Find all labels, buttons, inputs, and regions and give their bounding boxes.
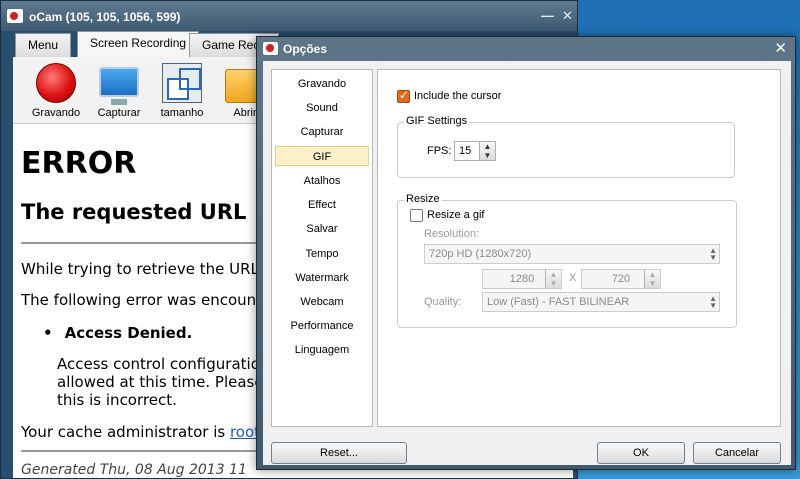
include-cursor-checkbox[interactable] <box>397 88 410 103</box>
resize-title: Resize <box>404 193 442 205</box>
record-icon <box>36 63 76 103</box>
error-heading: ERROR <box>21 146 137 181</box>
minimize-icon[interactable]: — <box>541 8 554 23</box>
dialog-close-icon[interactable]: ✕ <box>774 39 787 57</box>
error-paragraph-url: While trying to retrieve the URL: <box>21 260 264 278</box>
height-spinner-icon[interactable]: ▲ ▼ <box>644 270 660 288</box>
cancel-button[interactable]: Cancelar <box>693 442 781 464</box>
resize-icon <box>162 63 202 103</box>
sidebar-item-sound[interactable]: Sound <box>274 98 370 118</box>
ok-button[interactable]: OK <box>597 442 685 464</box>
sidebar-item-gravando[interactable]: Gravando <box>274 74 370 94</box>
sidebar-item-atalhos[interactable]: Atalhos <box>274 171 370 191</box>
dimension-separator: X <box>569 272 577 284</box>
sidebar-item-tempo[interactable]: Tempo <box>274 244 370 264</box>
quality-value: Low (Fast) - FAST BILINEAR <box>487 296 630 308</box>
gif-settings-group: GIF Settings FPS: 15 ▲ ▼ <box>397 115 735 178</box>
resolution-label: Resolution: <box>424 228 480 240</box>
error-subheading: The requested URL <box>21 200 247 224</box>
sidebar-item-effect[interactable]: Effect <box>274 195 370 215</box>
close-icon[interactable]: ✕ <box>562 8 573 24</box>
gif-settings-panel: Include the cursor GIF Settings FPS: 15 … <box>377 69 781 427</box>
resolution-chevron-icon: ▲ ▼ <box>709 246 717 262</box>
tab-menu[interactable]: Menu <box>15 33 72 57</box>
resolution-value: 720p HD (1280x720) <box>429 248 532 260</box>
resize-group: Resize Resize a gif Resolution: 720p HD … <box>397 193 737 328</box>
sidebar-item-watermark[interactable]: Watermark <box>274 268 370 288</box>
quality-label: Quality: <box>424 296 462 308</box>
sidebar-item-capturar[interactable]: Capturar <box>274 122 370 142</box>
dialog-body: Gravando Sound Capturar GIF Atalhos Effe… <box>263 61 791 465</box>
dialog-app-icon <box>263 42 278 55</box>
error-footer: Generated Thu, 08 Aug 2013 11 <box>21 462 247 478</box>
ocam-title: oCam (105, 105, 1056, 599) <box>29 10 181 24</box>
error-detail-line-3: this is incorrect. <box>57 391 177 409</box>
fps-input[interactable]: 15 ▲ ▼ <box>454 141 496 161</box>
width-spinner-icon[interactable]: ▲ ▼ <box>545 270 561 288</box>
ocam-app-icon <box>7 9 23 23</box>
resolution-select[interactable]: 720p HD (1280x720) ▲ ▼ <box>424 244 720 264</box>
reset-button[interactable]: Reset... <box>271 442 407 464</box>
error-bullet: Access Denied. <box>43 324 193 342</box>
resize-label: tamanho <box>160 107 204 119</box>
dialog-title: Opções <box>283 42 328 56</box>
fps-spinner-icon[interactable]: ▲ ▼ <box>479 142 495 160</box>
monitor-icon <box>99 67 139 105</box>
resize-gif-checkbox[interactable] <box>410 209 423 222</box>
options-dialog: Opções ✕ Gravando Sound Capturar GIF Ata… <box>256 36 796 470</box>
error-detail-line-1: Access control configuration <box>57 355 270 373</box>
dialog-title-bar[interactable]: Opções ✕ <box>257 37 795 61</box>
capture-label: Capturar <box>97 107 141 119</box>
fps-label: FPS: <box>427 145 452 157</box>
sidebar-item-performance[interactable]: Performance <box>274 316 370 336</box>
record-label: Gravando <box>31 107 81 119</box>
gif-settings-title: GIF Settings <box>404 115 470 127</box>
ocam-title-bar[interactable]: oCam (105, 105, 1056, 599) — ✕ <box>1 1 577 31</box>
sidebar-item-webcam[interactable]: Webcam <box>274 292 370 312</box>
tab-screen-recording[interactable]: Screen Recording <box>77 31 200 57</box>
resize-gif-label: Resize a gif <box>427 209 485 221</box>
fps-value: 15 <box>459 145 472 157</box>
include-cursor-label: Include the cursor <box>414 90 502 102</box>
height-value: 720 <box>611 273 631 285</box>
options-sidebar: Gravando Sound Capturar GIF Atalhos Effe… <box>271 69 373 427</box>
admin-prefix: Your cache administrator is <box>21 423 230 441</box>
admin-line: Your cache administrator is root. <box>21 423 265 441</box>
width-value: 1280 <box>509 273 535 285</box>
error-detail-line-2: allowed at this time. Please <box>57 373 264 391</box>
sidebar-item-linguagem[interactable]: Linguagem <box>274 340 370 360</box>
sidebar-item-gif[interactable]: GIF <box>275 146 369 166</box>
sidebar-item-salvar[interactable]: Salvar <box>274 219 370 239</box>
width-input[interactable]: 1280 ▲ ▼ <box>482 269 562 289</box>
quality-chevron-icon: ▲ ▼ <box>709 294 717 310</box>
error-paragraph-encountered: The following error was encounte <box>21 291 272 309</box>
height-input[interactable]: 720 ▲ ▼ <box>581 269 661 289</box>
quality-select[interactable]: Low (Fast) - FAST BILINEAR ▲ ▼ <box>482 292 720 312</box>
